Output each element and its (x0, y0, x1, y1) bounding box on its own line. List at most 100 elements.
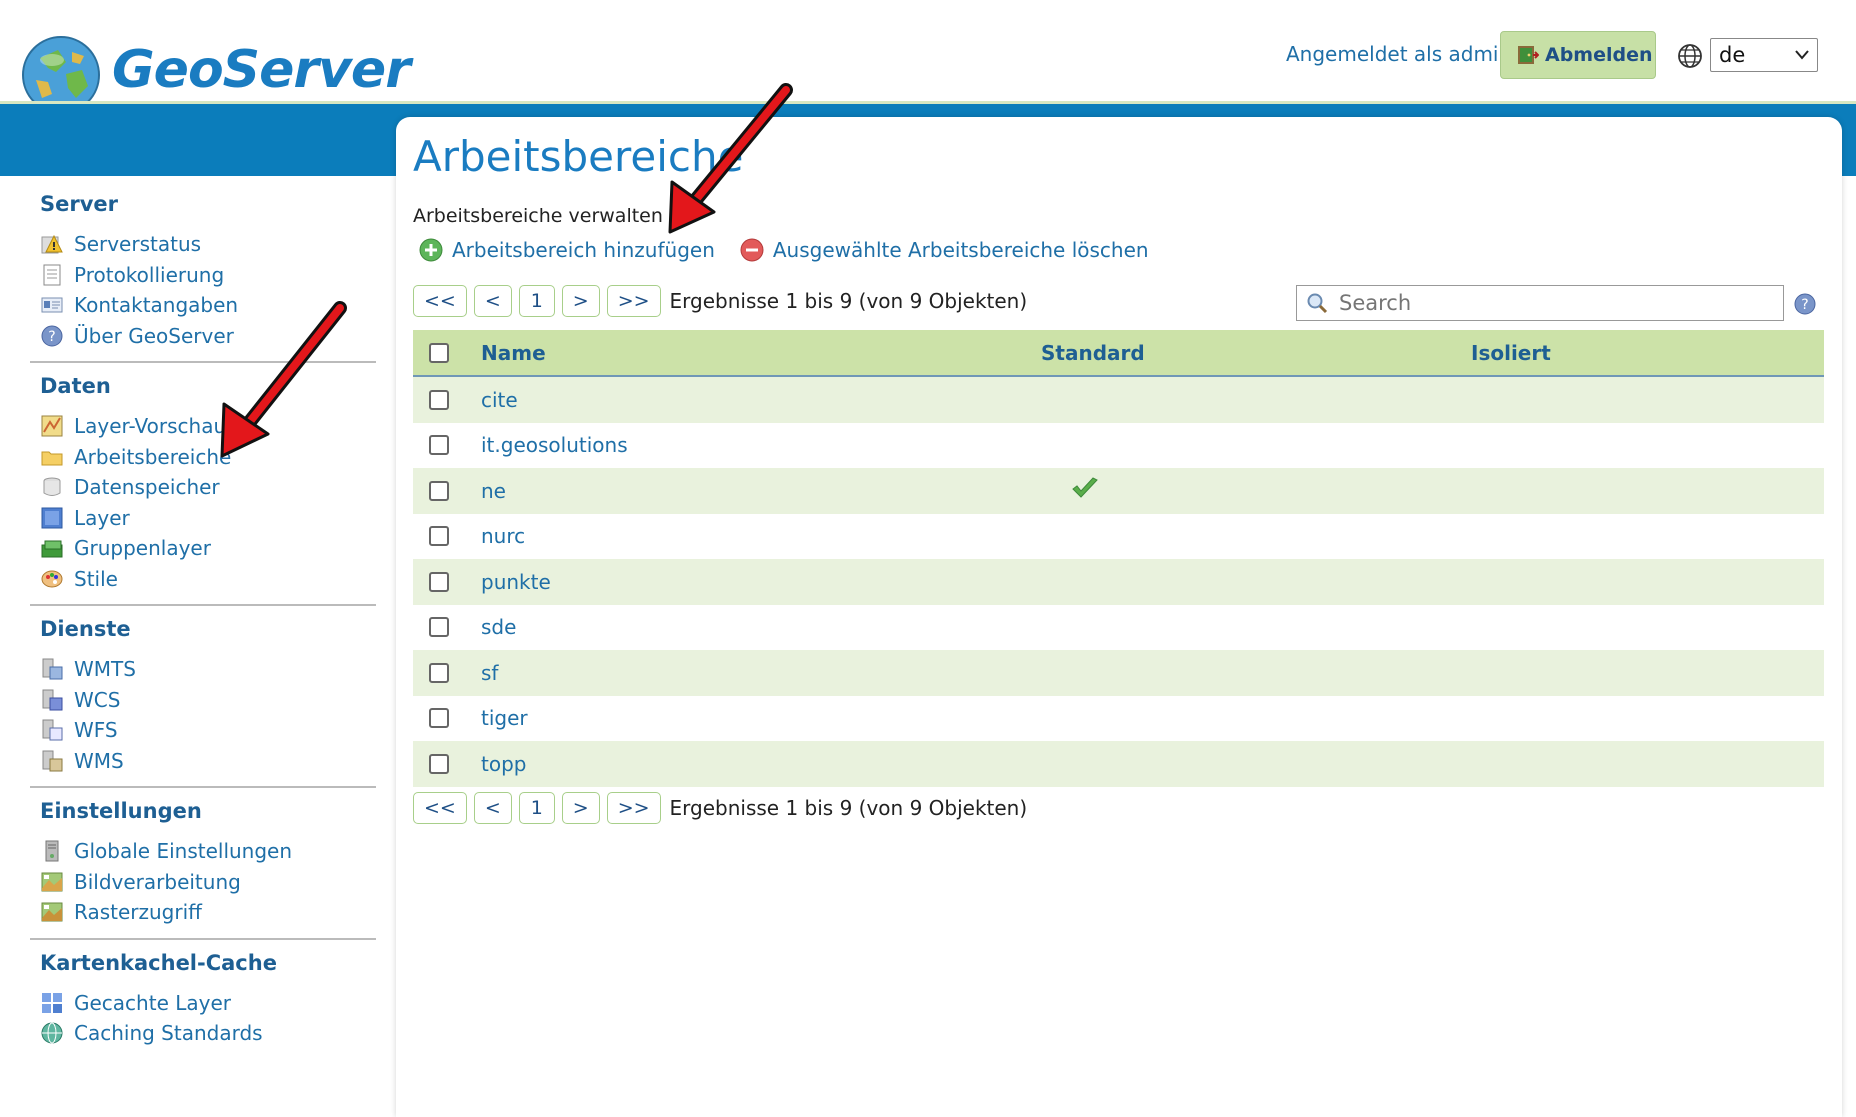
sidebar-item-label: Caching Standards (74, 1021, 263, 1046)
sidebar-item-label: WCS (74, 687, 121, 712)
delete-selected-link[interactable]: Ausgewählte Arbeitsbereiche löschen (739, 237, 1149, 263)
row-checkbox[interactable] (429, 708, 449, 729)
search-box[interactable] (1296, 285, 1784, 321)
map-preview-icon (41, 415, 63, 437)
language-select[interactable]: de (1710, 38, 1818, 72)
pager-page-button[interactable]: 1 (518, 792, 555, 824)
search-input[interactable] (1337, 290, 1761, 316)
nav-section-einstellungen: Einstellungen Globale Einstellungen Bild… (30, 798, 376, 940)
row-checkbox[interactable] (429, 389, 449, 410)
raster-access-icon (41, 902, 63, 922)
pager-top: << < 1 > >> Ergebnisse 1 bis 9 (von 9 Ob… (413, 285, 1027, 317)
header: GeoServer Angemeldet als admin. Abmelden… (0, 0, 1856, 114)
standard-cell (1041, 476, 1471, 505)
sidebar-item-rasterzugriff[interactable]: Rasterzugriff (30, 897, 376, 928)
workspace-name-link[interactable]: it.geosolutions (465, 433, 1041, 457)
layer-group-icon (41, 540, 63, 558)
svg-text:?: ? (48, 329, 55, 345)
pager-next-button[interactable]: > (561, 285, 600, 317)
nav-section-server: Server Serverstatus Protokollierung Kont… (30, 191, 376, 363)
search-icon (1307, 293, 1328, 314)
row-checkbox[interactable] (429, 435, 449, 456)
delete-selected-label: Ausgewählte Arbeitsbereiche löschen (772, 238, 1149, 262)
table-row: ne (413, 468, 1824, 514)
column-header-standard[interactable]: Standard (1041, 341, 1471, 365)
sidebar-item-label: Stile (74, 566, 118, 591)
warning-status-icon (41, 235, 63, 254)
workspace-name-link[interactable]: topp (465, 752, 1041, 776)
nav-section-title: Einstellungen (40, 799, 202, 823)
pager-prev-button[interactable]: < (473, 792, 512, 824)
row-checkbox[interactable] (429, 617, 449, 638)
pager-info: Ergebnisse 1 bis 9 (von 9 Objekten) (669, 796, 1028, 820)
sidebar-item-label: Protokollierung (74, 262, 225, 287)
sidebar-item-label: WMS (74, 748, 124, 773)
sidebar-item-wmts[interactable]: WMTS (30, 654, 376, 685)
workspace-name-link[interactable]: sde (465, 615, 1041, 639)
table-row: cite (413, 377, 1824, 423)
sidebar-item-label: Bildverarbeitung (74, 869, 241, 894)
sidebar-item-protokollierung[interactable]: Protokollierung (30, 260, 376, 291)
sidebar-item-gecachte-layer[interactable]: Gecachte Layer (30, 988, 376, 1019)
pager-first-button[interactable]: << (413, 285, 467, 317)
column-header-isolated[interactable]: Isoliert (1471, 341, 1824, 365)
row-checkbox[interactable] (429, 662, 449, 683)
row-checkbox[interactable] (429, 571, 449, 592)
layer-icon (41, 507, 63, 529)
pager-prev-button[interactable]: < (473, 285, 512, 317)
pager-page-button[interactable]: 1 (518, 285, 555, 317)
workspace-name-link[interactable]: ne (465, 479, 1041, 503)
sidebar-item-wcs[interactable]: WCS (30, 685, 376, 716)
sidebar-item-bildverarbeitung[interactable]: Bildverarbeitung (30, 867, 376, 898)
login-status-text: Angemeldet als admin. (1286, 42, 1518, 66)
pager-first-button[interactable]: << (413, 792, 467, 824)
sidebar-item-layer-vorschau[interactable]: Layer-Vorschau (30, 411, 376, 442)
sidebar-item-wfs[interactable]: WFS (30, 715, 376, 746)
sidebar-item-globale-einstellungen[interactable]: Globale Einstellungen (30, 836, 376, 867)
add-workspace-link[interactable]: Arbeitsbereich hinzufügen (418, 237, 715, 263)
sidebar-item-label: Rasterzugriff (74, 900, 202, 925)
workspace-name-link[interactable]: nurc (465, 524, 1041, 548)
sidebar-item-ueber-geoserver[interactable]: ? Über GeoServer (30, 321, 376, 352)
table-row: punkte (413, 559, 1824, 605)
column-header-name[interactable]: Name (465, 341, 1041, 365)
nav-section-dienste: Dienste WMTS WCS WFS WMS (30, 616, 376, 788)
sidebar-item-caching-standards[interactable]: Caching Standards (30, 1018, 376, 1049)
sidebar-item-kontaktangaben[interactable]: Kontaktangaben (30, 290, 376, 321)
help-icon[interactable]: ? (1793, 292, 1817, 316)
svg-text:?: ? (1801, 297, 1808, 313)
language-value: de (1719, 43, 1746, 67)
table-row: sde (413, 605, 1824, 651)
about-icon: ? (41, 325, 63, 347)
workspace-name-link[interactable]: punkte (465, 570, 1041, 594)
pager-next-button[interactable]: > (561, 792, 600, 824)
row-checkbox[interactable] (429, 480, 449, 501)
row-checkbox[interactable] (429, 526, 449, 547)
select-all-checkbox[interactable] (429, 342, 449, 363)
sidebar-item-label: Layer-Vorschau (74, 414, 227, 439)
chevron-down-icon (1795, 50, 1809, 60)
sidebar-item-label: Globale Einstellungen (74, 839, 293, 864)
sidebar-item-datenspeicher[interactable]: Datenspeicher (30, 472, 376, 503)
sidebar-item-label: Kontaktangaben (74, 293, 239, 318)
sidebar-item-wms[interactable]: WMS (30, 746, 376, 777)
logout-button[interactable]: Abmelden (1500, 31, 1656, 79)
service-icon (42, 750, 63, 772)
sidebar-item-layer[interactable]: Layer (30, 503, 376, 534)
workspace-name-link[interactable]: cite (465, 388, 1041, 412)
sidebar-item-stile[interactable]: Stile (30, 564, 376, 595)
sidebar: Server Serverstatus Protokollierung Kont… (30, 185, 376, 1069)
sidebar-item-gruppenlayer[interactable]: Gruppenlayer (30, 533, 376, 564)
add-icon (419, 238, 443, 262)
workspaces-table: Name Standard Isoliert cite it.geosoluti… (413, 330, 1824, 787)
pager-last-button[interactable]: >> (606, 285, 661, 317)
add-workspace-label: Arbeitsbereich hinzufügen (452, 238, 715, 262)
server-settings-icon (45, 840, 59, 862)
geoserver-logo[interactable]: GeoServer (112, 40, 411, 100)
workspace-name-link[interactable]: tiger (465, 706, 1041, 730)
sidebar-item-arbeitsbereiche[interactable]: Arbeitsbereiche (30, 442, 376, 473)
row-checkbox[interactable] (429, 753, 449, 774)
workspace-name-link[interactable]: sf (465, 661, 1041, 685)
sidebar-item-serverstatus[interactable]: Serverstatus (30, 229, 376, 260)
pager-last-button[interactable]: >> (606, 792, 661, 824)
